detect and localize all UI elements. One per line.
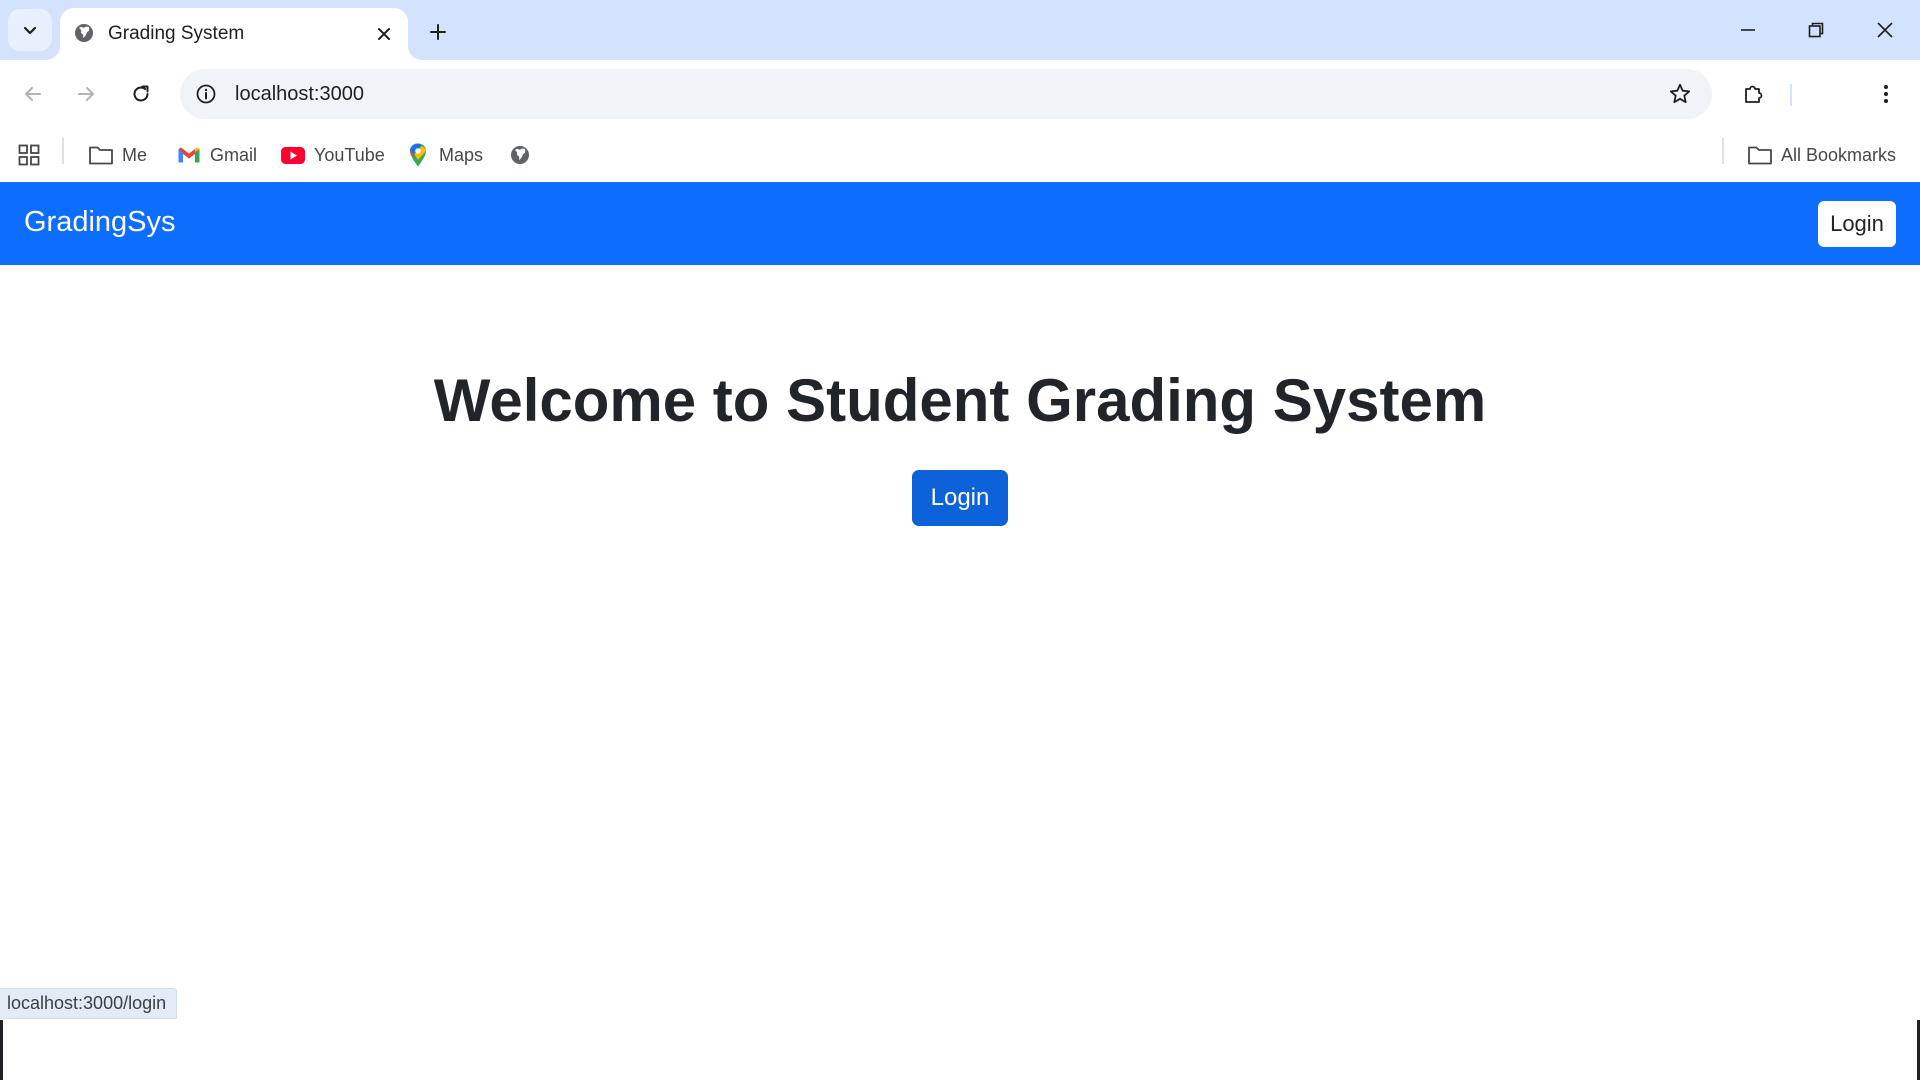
apps-button[interactable] bbox=[16, 139, 42, 171]
status-bar-url: localhost:3000/login bbox=[0, 988, 178, 1019]
site-info-icon[interactable] bbox=[192, 80, 220, 108]
minimize-button[interactable] bbox=[1720, 8, 1776, 52]
browser-window: Grading System localhost:3000 Me Gmail Y… bbox=[0, 0, 1920, 1080]
forward-button[interactable] bbox=[66, 74, 106, 114]
bookmark-youtube[interactable]: YouTube bbox=[280, 139, 385, 171]
address-bar[interactable]: localhost:3000 bbox=[180, 69, 1712, 119]
reload-icon bbox=[133, 85, 149, 102]
page-title: Welcome to Student Grading System bbox=[433, 367, 1487, 434]
bookmark-globe[interactable] bbox=[507, 139, 533, 171]
restore-button[interactable] bbox=[1788, 8, 1844, 52]
close-tab-icon[interactable] bbox=[370, 20, 398, 48]
extensions-button[interactable] bbox=[1734, 74, 1774, 114]
toolbar-divider bbox=[1790, 84, 1792, 106]
close-icon bbox=[1877, 22, 1893, 38]
site-navbar: GradingSys Login bbox=[0, 182, 1920, 265]
gmail-icon bbox=[176, 142, 202, 168]
folder-icon bbox=[88, 142, 114, 168]
bookmark-me[interactable]: Me bbox=[88, 139, 147, 171]
bookmark-label: Me bbox=[122, 144, 148, 165]
all-bookmarks-label: All Bookmarks bbox=[1781, 144, 1897, 165]
tab-title: Grading System bbox=[108, 23, 245, 44]
bookmark-maps[interactable]: Maps bbox=[405, 139, 483, 171]
browser-toolbar: localhost:3000 bbox=[0, 60, 1920, 128]
brand-link[interactable]: GradingSys bbox=[24, 206, 176, 239]
puzzle-icon bbox=[1745, 85, 1763, 103]
globe-icon bbox=[72, 21, 96, 45]
all-bookmarks-button[interactable]: All Bookmarks bbox=[1747, 139, 1896, 171]
tab-search-button[interactable] bbox=[8, 9, 52, 51]
address-url[interactable]: localhost:3000 bbox=[235, 83, 364, 106]
youtube-icon bbox=[280, 142, 306, 168]
restore-icon bbox=[1808, 22, 1824, 38]
tab-strip: Grading System bbox=[0, 0, 1920, 60]
window-edge-left bbox=[0, 1020, 3, 1080]
bookmark-label: Maps bbox=[439, 144, 484, 165]
reload-button[interactable] bbox=[121, 74, 161, 114]
globe-icon bbox=[507, 142, 533, 168]
folder-icon bbox=[1747, 142, 1773, 168]
bookmarks-divider bbox=[62, 138, 64, 164]
bookmark-label: Gmail bbox=[210, 144, 258, 165]
arrow-left-icon bbox=[25, 87, 41, 101]
plus-icon bbox=[430, 24, 446, 40]
navbar-login-button[interactable]: Login bbox=[1818, 201, 1896, 247]
arrow-right-icon bbox=[78, 87, 94, 101]
more-vert-icon bbox=[1884, 85, 1888, 103]
bookmarks-bar: Me Gmail YouTube Maps All Bookmarks bbox=[0, 128, 1920, 182]
close-window-button[interactable] bbox=[1857, 8, 1913, 52]
back-button[interactable] bbox=[13, 74, 53, 114]
bookmark-gmail[interactable]: Gmail bbox=[176, 139, 257, 171]
bookmark-label: YouTube bbox=[314, 144, 385, 165]
login-button[interactable]: Login bbox=[912, 470, 1008, 526]
apps-grid-icon bbox=[16, 142, 42, 168]
new-tab-button[interactable] bbox=[420, 14, 456, 50]
chevron-down-icon bbox=[23, 26, 37, 35]
maps-icon bbox=[405, 142, 431, 168]
bookmarks-divider bbox=[1722, 138, 1724, 164]
star-icon[interactable] bbox=[1666, 80, 1694, 108]
menu-button[interactable] bbox=[1866, 74, 1906, 114]
tab-grading-system[interactable]: Grading System bbox=[60, 8, 408, 60]
minimize-icon bbox=[1741, 29, 1755, 31]
